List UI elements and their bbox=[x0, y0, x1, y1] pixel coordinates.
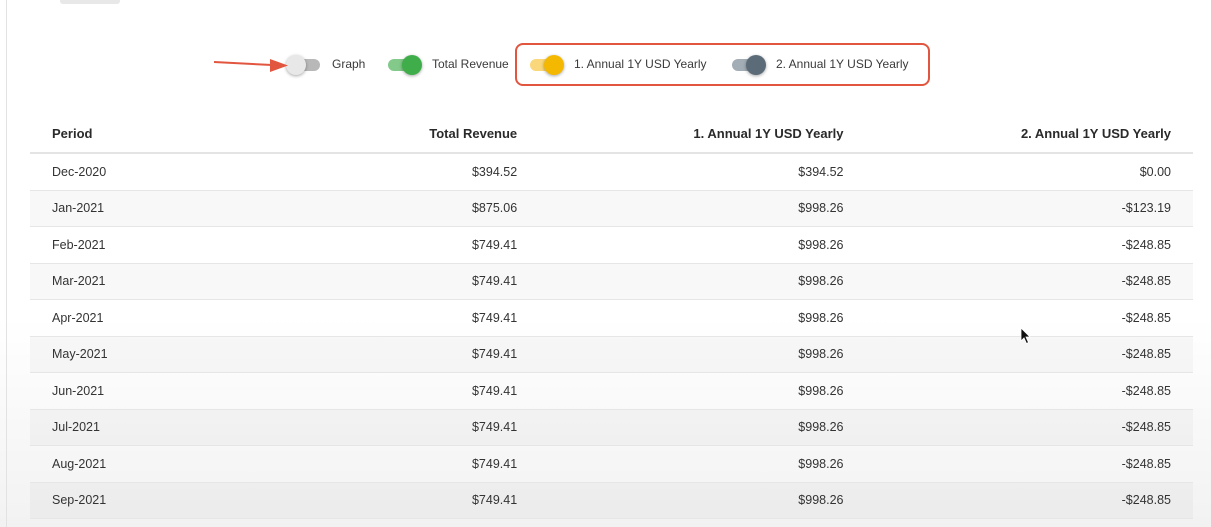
table-row: Apr-2021 $749.41 $998.26 -$248.85 bbox=[30, 299, 1193, 337]
cell-annual-2: -$123.19 bbox=[865, 190, 1193, 227]
table-row: Sep-2021 $749.41 $998.26 -$248.85 bbox=[30, 482, 1193, 519]
table-header-row: Period Total Revenue 1. Annual 1Y USD Ye… bbox=[30, 114, 1193, 154]
table-row: Jul-2021 $749.41 $998.26 -$248.85 bbox=[30, 409, 1193, 446]
cell-period: Aug-2021 bbox=[30, 445, 250, 483]
switch-thumb bbox=[286, 55, 306, 75]
table-body: Dec-2020 $394.52 $394.52 $0.00 Jan-2021 $875.… bbox=[30, 153, 1193, 519]
table-row: Jun-2021 $749.41 $998.26 -$248.85 bbox=[30, 372, 1193, 410]
cell-period: Feb-2021 bbox=[30, 226, 250, 264]
column-header-annual-2[interactable]: 2. Annual 1Y USD Yearly bbox=[865, 114, 1193, 154]
column-header-period[interactable]: Period bbox=[30, 114, 250, 154]
cell-annual-1: $998.26 bbox=[539, 482, 866, 519]
cell-annual-2: -$248.85 bbox=[865, 482, 1193, 519]
cell-annual-2: $0.00 bbox=[865, 153, 1193, 191]
cell-period: May-2021 bbox=[30, 336, 250, 373]
cell-total-revenue: $749.41 bbox=[249, 336, 540, 373]
table-row: Jan-2021 $875.06 $998.26 -$123.19 bbox=[30, 190, 1193, 227]
cell-total-revenue: $749.41 bbox=[249, 409, 540, 446]
cell-period: Jun-2021 bbox=[30, 372, 250, 410]
cell-annual-2: -$248.85 bbox=[865, 263, 1193, 300]
total-revenue-switch[interactable] bbox=[386, 53, 422, 75]
cell-period: Sep-2021 bbox=[30, 482, 250, 519]
top-edge-element bbox=[60, 0, 120, 4]
cell-annual-1: $998.26 bbox=[539, 409, 866, 446]
cell-total-revenue: $749.41 bbox=[249, 372, 540, 410]
cell-period: Mar-2021 bbox=[30, 263, 250, 300]
panel-left-border bbox=[6, 0, 7, 527]
cell-annual-2: -$248.85 bbox=[865, 445, 1193, 483]
cell-annual-1: $998.26 bbox=[539, 445, 866, 483]
cell-annual-2: -$248.85 bbox=[865, 226, 1193, 264]
table-row: Dec-2020 $394.52 $394.52 $0.00 bbox=[30, 153, 1193, 191]
column-header-annual-1[interactable]: 1. Annual 1Y USD Yearly bbox=[539, 114, 866, 154]
cell-period: Jul-2021 bbox=[30, 409, 250, 446]
cell-annual-1: $998.26 bbox=[539, 336, 866, 373]
mouse-cursor-icon bbox=[1020, 327, 1031, 345]
cell-annual-1: $998.26 bbox=[539, 190, 866, 227]
cell-annual-2: -$248.85 bbox=[865, 409, 1193, 446]
cell-annual-1: $998.26 bbox=[539, 299, 866, 337]
cell-total-revenue: $394.52 bbox=[249, 153, 540, 191]
total-revenue-toggle-label: Total Revenue bbox=[432, 57, 509, 71]
cell-annual-1: $998.26 bbox=[539, 372, 866, 410]
table-row: May-2021 $749.41 $998.26 -$248.85 bbox=[30, 336, 1193, 373]
annotation-arrow-icon bbox=[214, 59, 288, 72]
switch-thumb bbox=[402, 55, 422, 75]
cell-period: Apr-2021 bbox=[30, 299, 250, 337]
cell-total-revenue: $749.41 bbox=[249, 226, 540, 264]
cell-period: Jan-2021 bbox=[30, 190, 250, 227]
cell-total-revenue: $749.41 bbox=[249, 445, 540, 483]
cell-period: Dec-2020 bbox=[30, 153, 250, 191]
graph-toggle[interactable]: Graph bbox=[286, 52, 365, 76]
cell-total-revenue: $749.41 bbox=[249, 299, 540, 337]
table-row: Aug-2021 $749.41 $998.26 -$248.85 bbox=[30, 445, 1193, 483]
cell-total-revenue: $875.06 bbox=[249, 190, 540, 227]
cell-annual-1: $998.26 bbox=[539, 226, 866, 264]
table-row: Mar-2021 $749.41 $998.26 -$248.85 bbox=[30, 263, 1193, 300]
annotation-highlight-box bbox=[515, 43, 930, 86]
cell-annual-1: $394.52 bbox=[539, 153, 866, 191]
column-header-total-revenue[interactable]: Total Revenue bbox=[249, 114, 540, 154]
table-row: Feb-2021 $749.41 $998.26 -$248.85 bbox=[30, 226, 1193, 264]
cell-annual-2: -$248.85 bbox=[865, 372, 1193, 410]
graph-toggle-label: Graph bbox=[332, 57, 366, 71]
graph-switch[interactable] bbox=[286, 53, 322, 75]
cell-total-revenue: $749.41 bbox=[249, 263, 540, 300]
total-revenue-toggle[interactable]: Total Revenue bbox=[386, 52, 509, 76]
revenue-table: Period Total Revenue 1. Annual 1Y USD Ye… bbox=[30, 114, 1193, 519]
cell-total-revenue: $749.41 bbox=[249, 482, 540, 519]
cell-annual-1: $998.26 bbox=[539, 263, 866, 300]
